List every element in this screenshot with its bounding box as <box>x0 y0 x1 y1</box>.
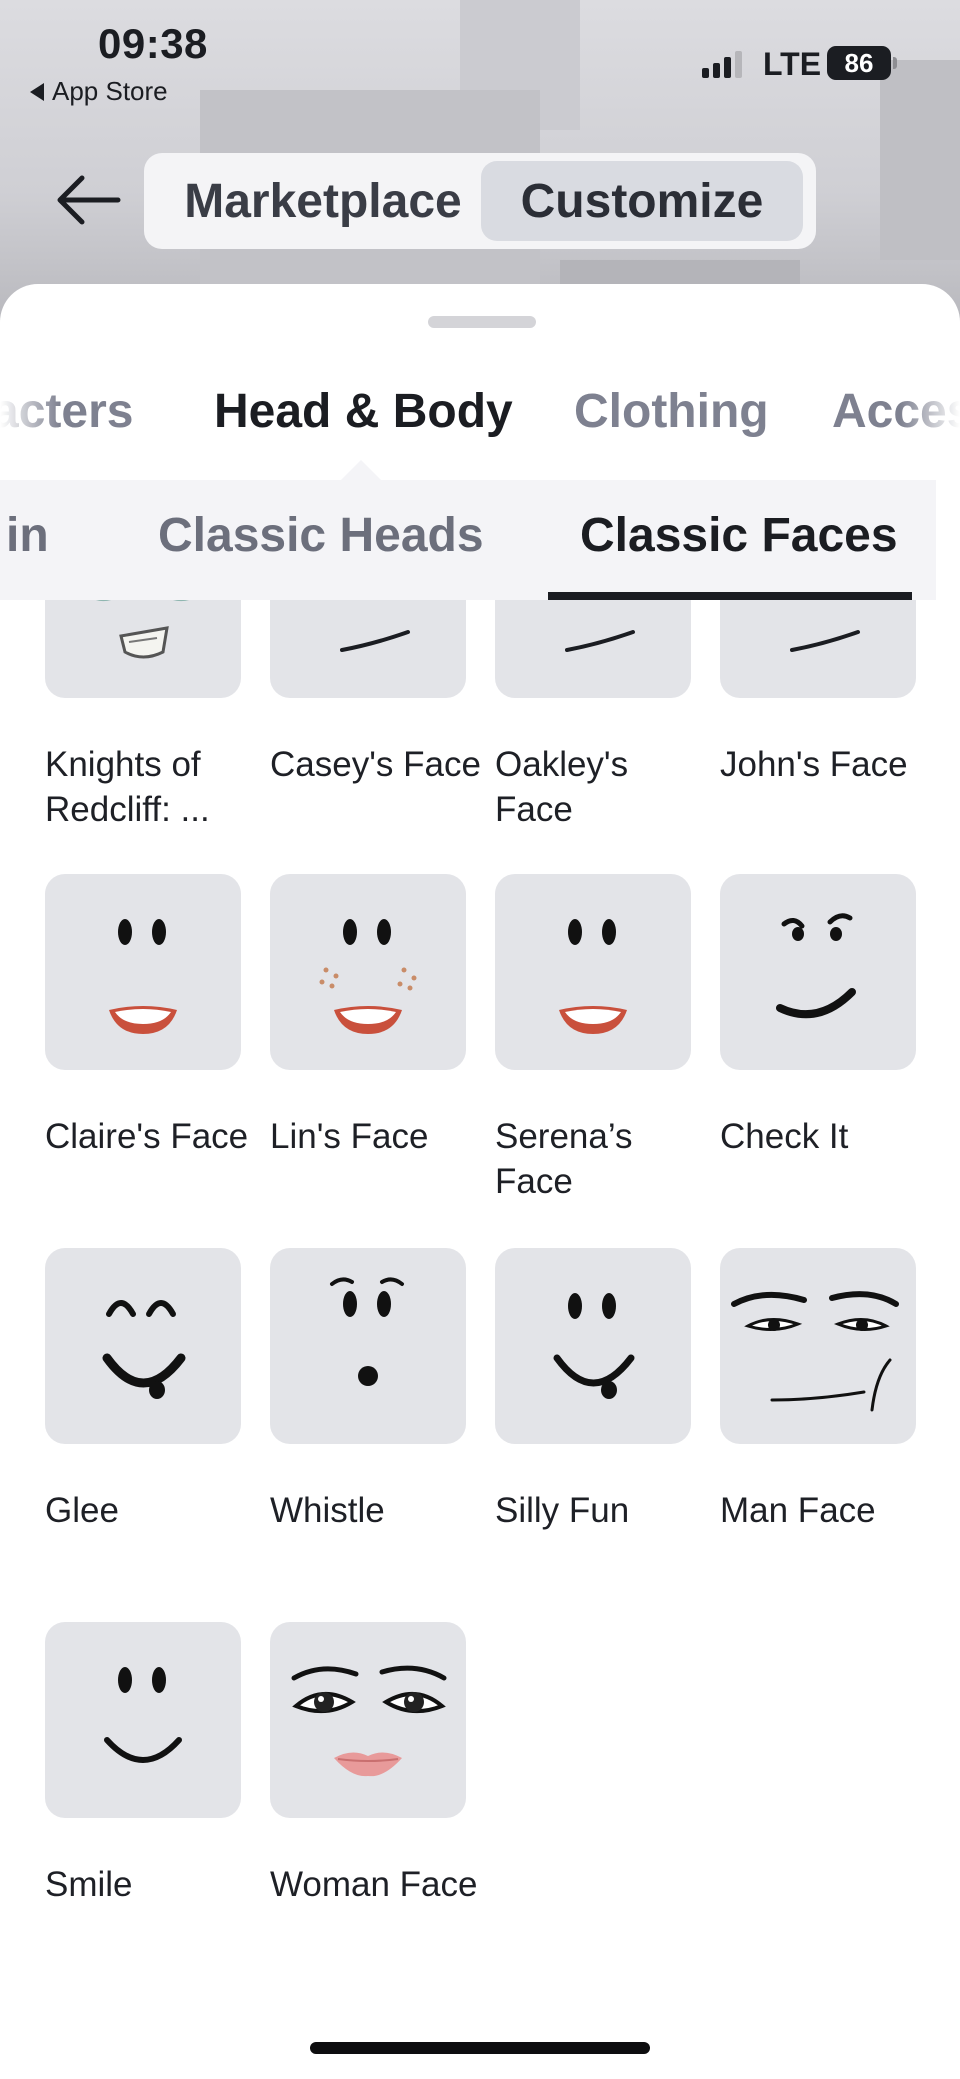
lipstick-face-icon <box>45 874 241 1070</box>
face-item[interactable]: Smile <box>45 1622 241 1907</box>
face-name: Woman Face <box>270 1865 478 1904</box>
face-item[interactable]: Casey's Face <box>270 600 481 787</box>
face-name: Knights of Redcliff: ... <box>45 745 210 829</box>
face-name: Glee <box>45 1491 119 1530</box>
man-face-icon <box>720 1248 916 1444</box>
status-time: 09:38 <box>98 20 208 67</box>
tabs-fade-right <box>900 380 960 460</box>
face-item[interactable]: John's Face <box>720 600 916 787</box>
knights-face-icon <box>45 600 241 698</box>
face-name: Check It <box>720 1117 849 1156</box>
silly-fun-face-icon <box>495 1248 691 1444</box>
face-item[interactable]: Serena’s Face <box>495 874 691 1204</box>
face-item[interactable]: Oakley's Face <box>495 600 691 832</box>
face-name: John's Face <box>720 745 908 784</box>
cellular-signal-icon <box>702 50 742 78</box>
subtab-classic-heads[interactable]: Classic Heads <box>158 508 484 563</box>
subcategory-tabs: in Classic Heads Classic Faces <box>0 480 936 600</box>
category-tabs: acters Head & Body Clothing Acces <box>0 384 960 454</box>
sheet-grabber-handle[interactable] <box>428 316 536 328</box>
face-name: Man Face <box>720 1491 876 1530</box>
face-item[interactable]: Silly Fun <box>495 1248 691 1533</box>
face-name: Claire's Face <box>45 1117 249 1156</box>
marketplace-customize-toggle: Marketplace Customize <box>144 153 816 249</box>
glee-face-icon <box>45 1248 241 1444</box>
tabs-fade-left <box>0 380 60 460</box>
face-item[interactable]: Lin's Face <box>270 874 466 1159</box>
face-item[interactable]: Knights of Redcliff: ... <box>45 600 241 832</box>
face-item[interactable]: Check It <box>720 874 916 1159</box>
subtab-skin[interactable]: in <box>6 508 49 563</box>
woman-face-icon <box>270 1622 466 1818</box>
lipstick-face-icon <box>495 874 691 1070</box>
face-name: Whistle <box>270 1491 385 1530</box>
customize-tab[interactable]: Customize <box>481 161 803 241</box>
freckles-face-icon <box>270 874 466 1070</box>
whistle-face-icon <box>270 1248 466 1444</box>
face-name: Casey's Face <box>270 745 481 784</box>
smirk-face-icon <box>495 600 691 698</box>
subtab-classic-faces[interactable]: Classic Faces <box>580 508 898 563</box>
back-to-app-store-link[interactable]: App Store <box>30 76 168 107</box>
face-item[interactable]: Whistle <box>270 1248 466 1533</box>
battery-icon: 86 <box>827 46 897 80</box>
face-name: Lin's Face <box>270 1117 429 1156</box>
face-item[interactable]: Man Face <box>720 1248 916 1533</box>
face-name: Smile <box>45 1865 133 1904</box>
tab-clothing[interactable]: Clothing <box>574 384 769 439</box>
subtab-selected-underline <box>548 592 912 600</box>
back-triangle-icon <box>30 82 44 101</box>
face-item[interactable]: Woman Face <box>270 1622 478 1907</box>
face-name: Serena’s Face <box>495 1117 633 1201</box>
status-bar: 09:38 App Store LTE 86 <box>0 0 960 110</box>
battery-level: 86 <box>844 47 874 78</box>
back-arrow-icon[interactable] <box>52 170 126 230</box>
face-item[interactable]: Claire's Face <box>45 874 248 1159</box>
selected-tab-caret <box>339 460 383 482</box>
smile-face-icon <box>45 1622 241 1818</box>
check-it-face-icon <box>720 874 916 1070</box>
home-indicator[interactable] <box>310 2042 650 2054</box>
tab-head-and-body[interactable]: Head & Body <box>214 384 513 439</box>
face-item[interactable]: Glee <box>45 1248 241 1533</box>
back-app-label: App Store <box>52 76 168 106</box>
faces-grid: Knights of Redcliff: ... Casey's Face Oa… <box>0 600 960 2079</box>
network-type: LTE <box>763 46 822 82</box>
smirk-face-icon <box>270 600 466 698</box>
face-name: Oakley's Face <box>495 745 629 829</box>
customize-sheet: acters Head & Body Clothing Acces in Cla… <box>0 284 960 2079</box>
smirk-face-icon <box>720 600 916 698</box>
face-name: Silly Fun <box>495 1491 630 1530</box>
marketplace-tab[interactable]: Marketplace <box>158 161 488 241</box>
